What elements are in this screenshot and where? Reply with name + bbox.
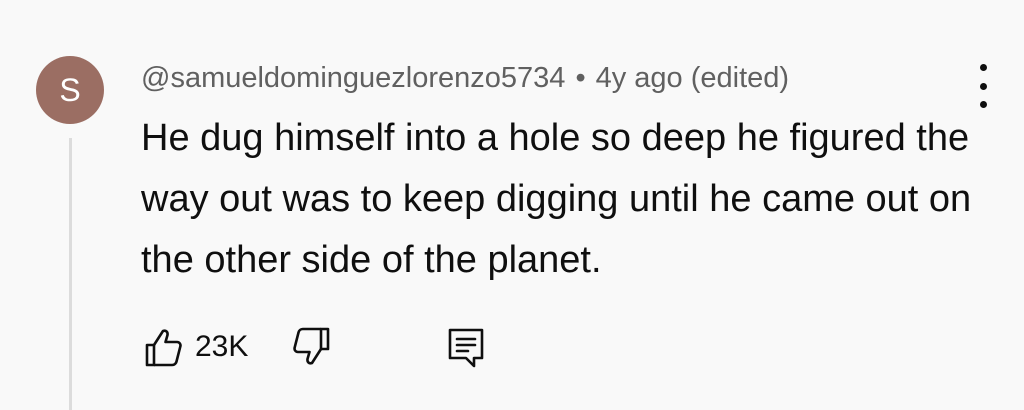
menu-dot [979,101,987,108]
thumbs-down-icon[interactable] [290,325,334,369]
comment-text: He dug himself into a hole so deep he fi… [141,117,972,281]
comment-header: @samueldominguezlorenzo5734 • 4y ago (ed… [141,58,789,98]
thread-line [69,138,72,410]
like-count: 23K [195,330,249,363]
comment-timestamp[interactable]: 4y ago (edited) [596,62,789,95]
avatar-letter: S [59,71,81,108]
reply-comment-icon[interactable] [444,325,488,369]
comment-actions: 23K [141,322,488,372]
author-name[interactable]: @samueldominguezlorenzo5734 [141,62,565,95]
thumbs-up-icon[interactable] [141,325,185,369]
more-vertical-icon[interactable] [968,64,998,108]
menu-dot [979,82,987,90]
menu-dot [979,64,987,71]
header-separator: • [575,61,586,94]
avatar[interactable]: S [36,56,104,124]
comment-item: S @samueldominguezlorenzo5734 • 4y ago (… [0,0,1024,410]
